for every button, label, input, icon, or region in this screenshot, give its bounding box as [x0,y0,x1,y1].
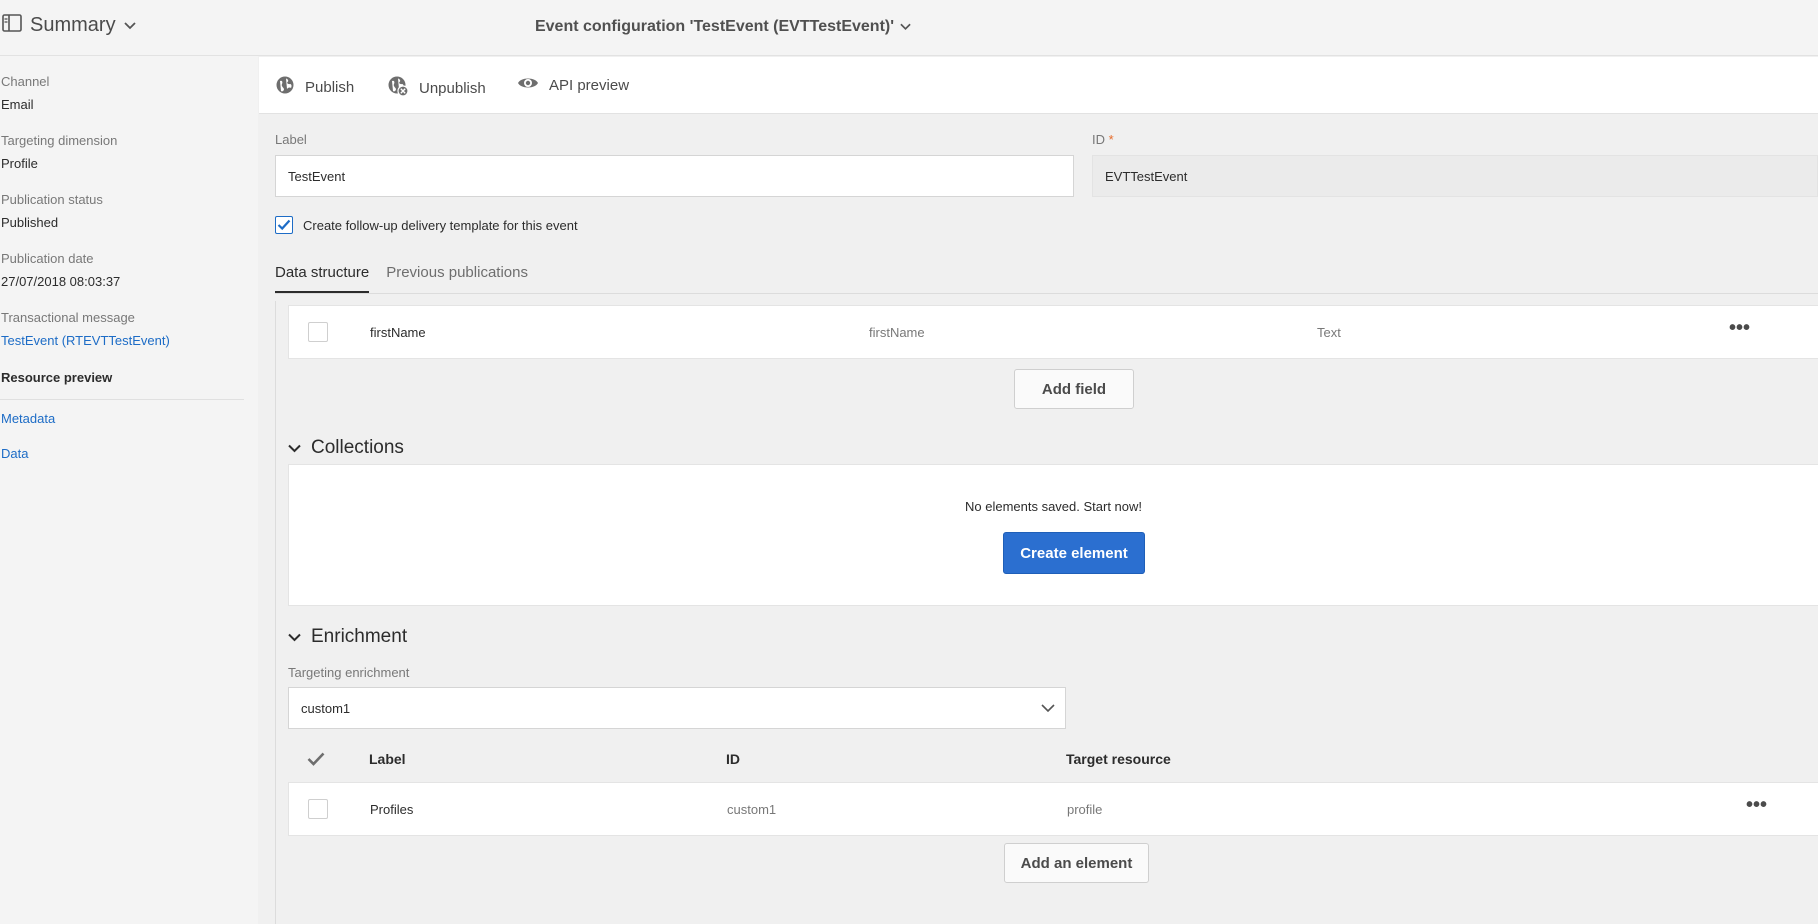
id-input: EVTTestEvent [1092,155,1818,197]
main-content: Label TestEvent ID * EVTTestEvent Create… [259,115,1818,924]
row-select-cell [308,306,328,358]
chevron-down-icon [288,626,301,648]
date-info: Publication date 27/07/2018 08:03:37 [1,251,120,289]
globe-icon [275,75,295,99]
tab-previous-publications[interactable]: Previous publications [386,264,528,293]
more-options-icon[interactable]: ••• [1729,318,1750,338]
unpublish-button[interactable]: Unpublish [387,75,486,101]
api-preview-label: API preview [549,76,630,94]
date-label: Publication date [1,251,94,266]
id-field-title: ID * [1092,132,1114,147]
page-title: Event configuration 'TestEvent (EVTTestE… [534,18,895,35]
empty-state-text: No elements saved. Start now! [964,499,1143,514]
status-info: Publication status Published [1,192,103,230]
add-field-button[interactable]: Add field [1014,369,1134,409]
header-bar: Summary Event configuration 'TestEvent (… [0,0,1818,56]
collections-title: Collections [311,437,404,458]
targeting-label: Targeting dimension [1,133,118,148]
data-structure-panel: firstName firstName Text ••• Add field C… [275,301,1818,924]
message-label: Transactional message [1,310,135,325]
event-title-dropdown[interactable]: Event configuration 'TestEvent (EVTTestE… [535,18,911,36]
publish-label: Publish [305,78,355,96]
column-header-id: ID [726,751,740,767]
tab-data-structure[interactable]: Data structure [275,264,370,293]
publish-button[interactable]: Publish [275,75,354,99]
column-header-label: Label [369,751,406,767]
chevron-down-icon [288,437,301,459]
targeting-info: Targeting dimension Profile [1,133,117,171]
required-marker: * [1108,132,1114,147]
label-input[interactable]: TestEvent [275,155,1074,197]
chevron-down-icon [1041,700,1055,719]
divider [0,399,244,400]
id-label-text: ID [1092,132,1105,147]
row-checkbox[interactable] [308,322,328,342]
message-info: Transactional message TestEvent (RTEVTTe… [1,310,170,348]
followup-checkbox[interactable] [275,216,293,234]
tab-bar: Data structure Previous publications [275,264,528,293]
enrichment-id-cell: custom1 [727,801,777,817]
date-value: 27/07/2018 08:03:37 [1,274,121,289]
enrichment-table-header: Label ID Target resource [288,737,1818,781]
enrichment-target-cell: profile [1067,801,1103,817]
more-options-icon[interactable]: ••• [1746,795,1767,815]
action-toolbar: Publish Unpublish API preview [259,57,1818,114]
channel-label: Channel [1,74,50,89]
channel-value: Email [1,97,34,112]
add-an-element-button[interactable]: Add an element [1004,843,1149,883]
targeting-enrichment-value: custom1 [301,700,351,716]
select-all-check-icon[interactable] [307,737,325,781]
enrichment-title: Enrichment [311,626,408,647]
table-row: firstName firstName Text ••• [288,305,1818,359]
row-checkbox[interactable] [308,799,328,819]
api-preview-button[interactable]: API preview [517,75,629,95]
status-label: Publication status [1,192,103,207]
tabs-divider [275,293,1818,294]
resource-preview-heading: Resource preview [1,370,113,385]
table-row: Profiles custom1 profile ••• [288,782,1818,836]
eye-icon [517,75,539,95]
label-field-title: Label [275,132,307,147]
targeting-value: Profile [1,156,38,171]
unpublish-label: Unpublish [419,79,486,97]
row-select-cell [308,783,328,835]
enrichment-section-toggle[interactable]: Enrichment [288,626,407,648]
collections-empty-panel: No elements saved. Start now! Create ele… [288,464,1818,606]
chevron-down-icon [900,18,911,36]
field-type-cell: Text [1317,324,1341,340]
followup-checkbox-row: Create follow-up delivery template for t… [275,216,578,234]
followup-checkbox-label: Create follow-up delivery template for t… [303,217,578,233]
summary-sidebar: Channel Email Targeting dimension Profil… [0,56,258,924]
metadata-link[interactable]: Metadata [1,411,55,426]
page-title-container: Event configuration 'TestEvent (EVTTestE… [0,18,1446,36]
field-label-cell: firstName [370,324,426,340]
enrichment-label-cell: Profiles [370,801,414,817]
targeting-enrichment-label: Targeting enrichment [288,665,410,680]
column-header-target-resource: Target resource [1066,751,1171,767]
status-value: Published [1,215,59,230]
targeting-enrichment-select[interactable]: custom1 [288,687,1066,729]
channel-info: Channel Email [1,74,49,112]
field-id-cell: firstName [869,324,925,340]
collections-section-toggle[interactable]: Collections [288,437,404,459]
create-element-button[interactable]: Create element [1003,532,1145,574]
data-link[interactable]: Data [1,446,28,461]
message-link[interactable]: TestEvent (RTEVTTestEvent) [1,333,170,348]
globe-unpublish-icon [387,75,409,101]
